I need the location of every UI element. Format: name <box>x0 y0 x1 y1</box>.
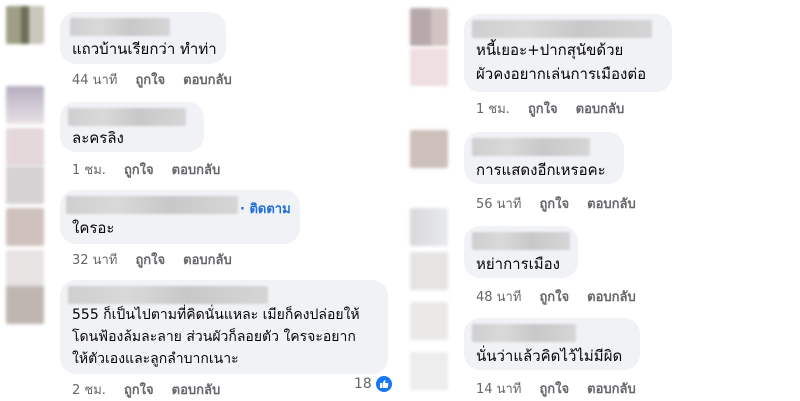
avatar[interactable] <box>410 8 448 46</box>
commenter-name[interactable] <box>66 196 238 214</box>
comment-actions: 2 ชม. ถูกใจ ตอบกลับ <box>72 379 238 400</box>
reply-link[interactable]: ตอบกลับ <box>587 286 636 307</box>
comment-text: การแสดงอีกเหรอคะ <box>476 161 606 179</box>
avatar[interactable] <box>6 208 44 246</box>
like-link[interactable]: ถูกใจ <box>124 379 154 400</box>
like-link[interactable]: ถูกใจ <box>135 69 165 90</box>
avatar[interactable] <box>410 302 448 340</box>
reply-link[interactable]: ตอบกลับ <box>172 159 221 180</box>
avatar[interactable] <box>410 48 448 86</box>
comments-panel-right: หนี้เยอะ+ปากสุนัขด้วย ผัวคงอยากเล่นการเม… <box>404 0 800 401</box>
comment-text-line: หนี้เยอะ+ปากสุนัขด้วย <box>476 41 624 59</box>
avatar[interactable] <box>410 208 448 246</box>
reply-link[interactable]: ตอบกลับ <box>587 378 636 399</box>
avatar[interactable] <box>6 128 44 166</box>
follow-link[interactable]: · ติดตาม <box>240 198 291 219</box>
avatar[interactable] <box>6 6 44 44</box>
reply-link[interactable]: ตอบกลับ <box>587 193 636 214</box>
comment-bubble: แถวบ้านเรียกว่า ทำท่า <box>60 12 226 64</box>
comment-bubble: ละครลิง <box>60 102 204 152</box>
comment-text-line: ผัวคงอยากเล่นการเมืองต่อ <box>476 65 647 83</box>
panel-divider <box>396 0 404 401</box>
comment-text-line: 555 ก็เป็นไปตามที่คิดนั่นแหละ เมียก็คงปล… <box>72 307 360 323</box>
like-link[interactable]: ถูกใจ <box>528 98 558 119</box>
commenter-name[interactable] <box>68 286 268 304</box>
comment-time[interactable]: 14 นาที <box>476 378 521 399</box>
commenter-name[interactable] <box>472 20 652 38</box>
avatar[interactable] <box>6 286 44 324</box>
comment-text: ใครอะ <box>72 219 115 237</box>
comment-text: หย่าการเมือง <box>476 255 561 273</box>
thumbs-up-icon <box>375 376 392 392</box>
comment-time[interactable]: 1 ชม. <box>476 98 510 119</box>
like-link[interactable]: ถูกใจ <box>539 286 569 307</box>
commenter-name[interactable] <box>68 108 186 126</box>
avatar[interactable] <box>6 250 44 288</box>
reply-link[interactable]: ตอบกลับ <box>183 69 232 90</box>
comment-time[interactable]: 1 ชม. <box>72 159 106 180</box>
commenter-name[interactable] <box>472 138 590 156</box>
comment-actions: 32 นาที ถูกใจ ตอบกลับ <box>72 249 250 270</box>
reaction-summary[interactable]: 18 <box>354 376 392 392</box>
commenter-name[interactable] <box>70 18 170 36</box>
reply-link[interactable]: ตอบกลับ <box>183 249 232 270</box>
avatar[interactable] <box>6 86 44 124</box>
avatar[interactable] <box>410 130 448 168</box>
comment-bubble: หนี้เยอะ+ปากสุนัขด้วย ผัวคงอยากเล่นการเม… <box>464 14 672 92</box>
comment-actions: 56 นาที ถูกใจ ตอบกลับ <box>476 193 654 214</box>
comment-bubble: หย่าการเมือง <box>464 226 578 278</box>
reply-link[interactable]: ตอบกลับ <box>172 379 221 400</box>
comment-time[interactable]: 2 ชม. <box>72 379 106 400</box>
comment-text-line: โดนฟ้องล้มละลาย ส่วนผัวก็ลอยตัว ใครจะอยา… <box>72 329 356 345</box>
comment-text-line: ให้ตัวเองและลูกลำบากเนาะ <box>72 351 239 367</box>
comment-actions: 14 นาที ถูกใจ ตอบกลับ <box>476 378 654 399</box>
comment-time[interactable]: 56 นาที <box>476 193 521 214</box>
like-link[interactable]: ถูกใจ <box>135 249 165 270</box>
comment-bubble: การแสดงอีกเหรอคะ <box>464 132 624 184</box>
comment-actions: 48 นาที ถูกใจ ตอบกลับ <box>476 286 654 307</box>
comment-time[interactable]: 44 นาที <box>72 69 117 90</box>
comment-text: นั่นว่าแล้วคิดไว้ไม่มีผิด <box>476 347 623 365</box>
comment-time[interactable]: 32 นาที <box>72 249 117 270</box>
commenter-name[interactable] <box>472 232 570 250</box>
comment-bubble: · ติดตาม ใครอะ <box>60 190 300 244</box>
like-link[interactable]: ถูกใจ <box>124 159 154 180</box>
comment-bubble: นั่นว่าแล้วคิดไว้ไม่มีผิด <box>464 318 640 370</box>
avatar[interactable] <box>6 166 44 204</box>
comment-actions: 1 ชม. ถูกใจ ตอบกลับ <box>72 159 238 180</box>
comment-actions: 44 นาที ถูกใจ ตอบกลับ <box>72 69 250 90</box>
comment-bubble: 555 ก็เป็นไปตามที่คิดนั่นแหละ เมียก็คงปล… <box>60 280 388 374</box>
avatar[interactable] <box>410 252 448 290</box>
comment-text: แถวบ้านเรียกว่า ทำท่า <box>72 40 217 58</box>
reaction-count: 18 <box>354 376 372 392</box>
reply-link[interactable]: ตอบกลับ <box>576 98 625 119</box>
comment-time[interactable]: 48 นาที <box>476 286 521 307</box>
comment-text: ละครลิง <box>72 129 124 147</box>
commenter-name[interactable] <box>472 324 576 342</box>
comment-actions: 1 ชม. ถูกใจ ตอบกลับ <box>476 98 642 119</box>
avatar[interactable] <box>410 352 448 390</box>
like-link[interactable]: ถูกใจ <box>539 378 569 399</box>
like-link[interactable]: ถูกใจ <box>539 193 569 214</box>
comments-panel-left: แถวบ้านเรียกว่า ทำท่า 44 นาที ถูกใจ ตอบกลั… <box>0 0 396 401</box>
